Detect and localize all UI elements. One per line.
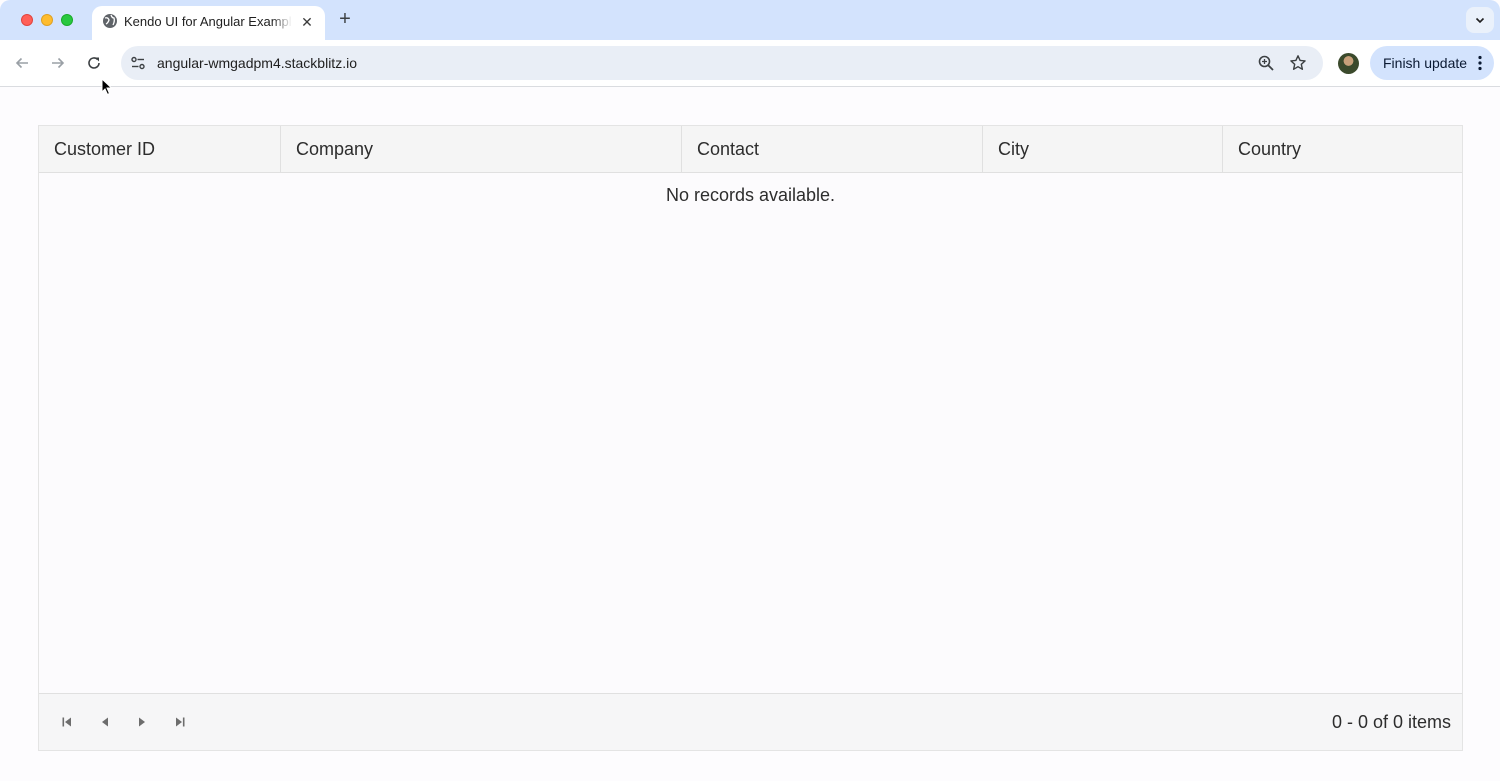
page-next-icon xyxy=(139,717,145,727)
column-header-customer-id[interactable]: Customer ID xyxy=(39,126,280,172)
chevron-down-icon xyxy=(1475,17,1485,24)
finish-update-button[interactable]: Finish update xyxy=(1370,46,1494,80)
tune-icon[interactable] xyxy=(129,54,147,72)
no-records-message: No records available. xyxy=(665,185,836,205)
maximize-window-button[interactable] xyxy=(61,14,73,26)
grid-pager: 0 - 0 of 0 items xyxy=(39,693,1462,750)
pager-info: 0 - 0 of 0 items xyxy=(1331,712,1451,732)
minimize-window-button[interactable] xyxy=(41,14,53,26)
more-vert-icon xyxy=(1478,55,1482,71)
tab-search-button[interactable] xyxy=(1466,7,1494,33)
reload-button[interactable] xyxy=(84,53,104,73)
finish-update-label: Finish update xyxy=(1383,55,1468,71)
arrow-right-icon xyxy=(52,57,65,69)
page-prev-icon xyxy=(102,717,108,727)
reload-icon xyxy=(88,57,100,69)
page-first-icon xyxy=(62,717,71,727)
previous-page-button[interactable] xyxy=(96,713,114,731)
zoom-icon[interactable] xyxy=(1257,54,1275,72)
column-header-company[interactable]: Company xyxy=(280,126,681,172)
mouse-cursor-icon xyxy=(101,78,113,96)
forward-button[interactable] xyxy=(48,53,68,73)
back-button[interactable] xyxy=(12,53,32,73)
globe-icon xyxy=(103,14,117,28)
plus-icon[interactable]: + xyxy=(335,9,355,29)
tab-title: Kendo UI for Angular Example xyxy=(124,14,292,29)
close-icon[interactable]: ✕ xyxy=(298,13,316,31)
tab-strip: Kendo UI for Angular Example ✕ + xyxy=(0,0,1500,40)
column-header-country[interactable]: Country xyxy=(1222,126,1462,172)
next-page-button[interactable] xyxy=(133,713,151,731)
browser-toolbar: angular-wmgadpm4.stackblitz.io Finish up… xyxy=(0,40,1500,87)
first-page-button[interactable] xyxy=(58,713,76,731)
url-text[interactable]: angular-wmgadpm4.stackblitz.io xyxy=(157,54,357,72)
grid-header: Customer ID Company Contact City Country xyxy=(39,126,1462,173)
page-last-icon xyxy=(176,717,185,727)
avatar[interactable] xyxy=(1338,53,1359,74)
browser-tab[interactable]: Kendo UI for Angular Example ✕ xyxy=(92,6,325,40)
column-header-contact[interactable]: Contact xyxy=(681,126,982,172)
address-bar[interactable]: angular-wmgadpm4.stackblitz.io xyxy=(121,46,1323,80)
arrow-left-icon xyxy=(15,57,28,69)
last-page-button[interactable] xyxy=(171,713,189,731)
star-icon[interactable] xyxy=(1289,54,1307,72)
close-window-button[interactable] xyxy=(21,14,33,26)
data-grid: Customer ID Company Contact City Country… xyxy=(38,125,1463,751)
column-header-city[interactable]: City xyxy=(982,126,1222,172)
